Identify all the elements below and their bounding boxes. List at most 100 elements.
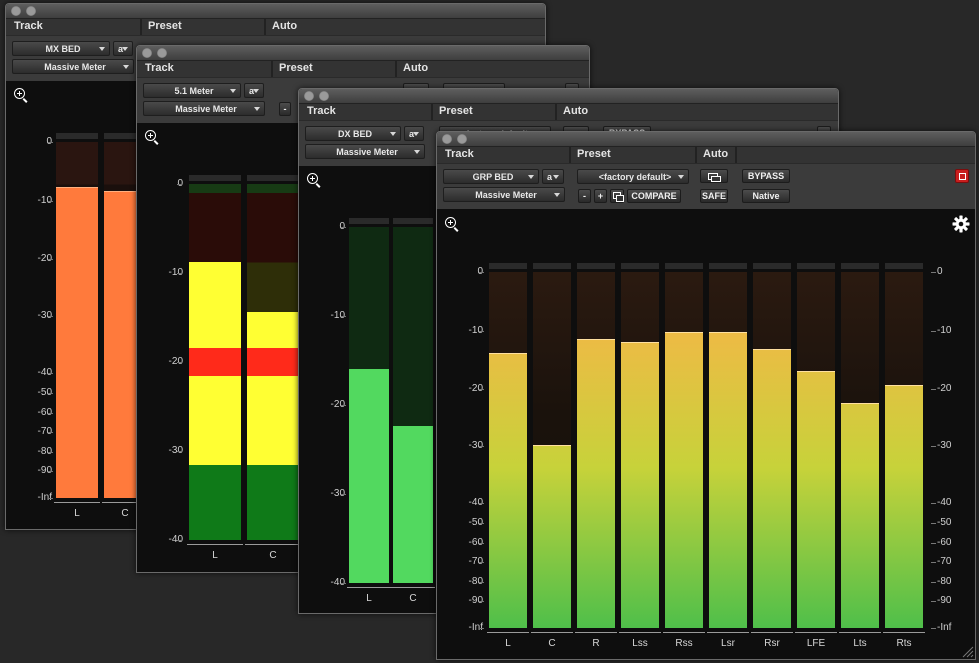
scale-label: -70 [37,426,52,438]
compare-button[interactable]: COMPARE [627,189,681,203]
auto-label: Auto [403,62,429,74]
resize-grip-icon[interactable] [962,646,974,658]
preset-selector[interactable]: <factory default> [577,169,689,184]
scale-tick [931,601,936,603]
channel-label: L [212,550,218,561]
meter-baseline [619,632,661,633]
chevron-down-icon [230,89,236,93]
meter-fill [189,262,241,540]
scale-tick [48,432,53,434]
chevron-down-icon [528,175,534,179]
scale-label: -60 [37,406,52,418]
safe-button[interactable]: SAFE [700,189,728,203]
title-bar[interactable] [437,132,975,147]
zoom-icon[interactable] [445,217,456,228]
auto-label: Auto [563,105,589,117]
title-bar[interactable] [137,46,589,61]
scale-tick [48,200,53,202]
meter-bar-LFE [797,272,835,628]
channel-label: L [74,508,80,519]
meter-bar-Rss [665,272,703,628]
track-letter-selector[interactable]: a [404,126,424,141]
header-labels: Track Preset Auto [437,147,975,164]
scale-label: -90 [468,595,483,607]
track-selector[interactable]: MX BED [12,41,110,56]
chevron-down-icon [122,47,128,51]
track-letter-selector[interactable]: a [542,169,564,184]
scale-tick [479,272,484,273]
channel-label: Rts [896,638,912,649]
copy-settings-button[interactable] [610,189,624,203]
scale-tick [479,522,484,524]
title-bar[interactable] [6,4,545,19]
next-preset-button[interactable]: + [594,189,607,203]
previous-preset-button[interactable]: - [578,189,591,203]
scale-tick [931,330,936,332]
chevron-down-icon [253,89,259,93]
close-window-button[interactable] [304,91,314,101]
zoom-icon[interactable] [307,173,318,184]
peak-hold [709,263,747,269]
scale-tick [479,542,484,544]
track-letter-selector[interactable]: a [244,83,264,98]
track-name: DX BED [337,129,372,139]
scale-tick [479,628,484,629]
close-window-button[interactable] [11,6,21,16]
plugin-selector[interactable]: Massive Meter [305,144,425,159]
native-button[interactable]: Native [742,189,790,203]
window-menu-button[interactable] [157,48,167,58]
scale-tick [48,412,53,414]
channel-label: Lsr [721,638,735,649]
scale-tick [48,142,53,143]
plugin-selector[interactable]: Massive Meter [12,59,134,74]
chevron-down-icon [254,107,260,111]
chevron-down-icon [414,150,420,154]
scale-tick [177,362,182,363]
scale-tick [177,273,182,274]
channel-label: Rss [675,638,693,649]
window-menu-button[interactable] [457,134,467,144]
auto-button[interactable] [700,169,728,183]
scale-label: 0 [305,221,345,232]
scale-tick [341,316,346,317]
plugin-selector[interactable]: Massive Meter [143,101,265,116]
plugin-bypass-indicator[interactable] [955,169,969,183]
track-selector[interactable]: 5.1 Meter [143,83,241,98]
gear-icon[interactable] [952,215,970,233]
zoom-icon[interactable] [14,88,25,99]
scale-label: -40 [468,497,483,509]
track-letter-selector[interactable]: a [113,41,133,56]
scale-tick [177,540,182,541]
divider [555,104,557,120]
peak-hold [349,218,389,224]
scale-tick [931,542,936,544]
plugin-selector[interactable]: Massive Meter [443,187,565,202]
meter-baseline [245,544,301,545]
close-window-button[interactable] [142,48,152,58]
scale-label: 0 [443,266,483,277]
compare-minus-button[interactable]: - [279,102,291,116]
zoom-icon[interactable] [145,130,156,141]
track-selector[interactable]: GRP BED [443,169,539,184]
meter-bar-C [533,272,571,628]
window-menu-button[interactable] [319,91,329,101]
peak-hold [533,263,571,269]
scale-label: -20 [330,399,345,410]
scale-label-right: -90 [937,595,952,607]
title-bar[interactable] [299,89,838,104]
bypass-button[interactable]: BYPASS [742,169,790,183]
scale-tick [931,503,936,505]
track-selector[interactable]: DX BED [305,126,401,141]
scale-tick [931,581,936,583]
scale-tick [48,373,53,375]
window-menu-button[interactable] [26,6,36,16]
peak-hold [753,263,791,269]
meter-bar-L [489,272,527,628]
scale-label: 0 [12,136,52,147]
divider [395,61,397,77]
close-window-button[interactable] [442,134,452,144]
meter-baseline [347,587,391,588]
chevron-down-icon [99,47,105,51]
scale-tick [931,628,936,629]
meter-bar-Lss [621,272,659,628]
